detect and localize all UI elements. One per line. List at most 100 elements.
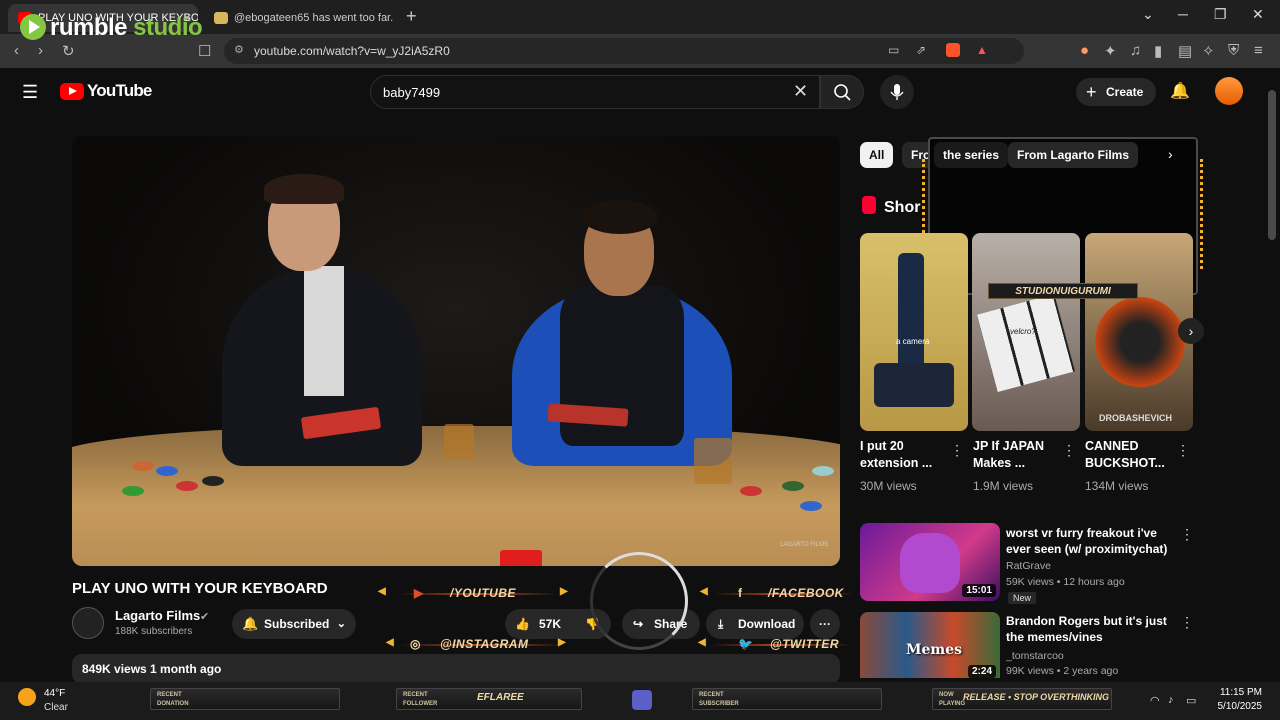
create-label: Create [1106,85,1144,99]
more-vertical-icon[interactable]: ⋮ [950,442,964,459]
short-title[interactable]: CANNED BUCKSHOT... [1085,438,1175,472]
rumble-studio-logo: rumble studio [20,14,203,42]
short-thumbnail[interactable]: DROBASHEVICH [1085,233,1193,431]
short-thumbnail[interactable]: velcro? [972,233,1080,431]
search-input[interactable]: baby7499 ✕ [370,75,820,109]
system-clock[interactable]: 11:15 PM 5/10/2025 [1212,687,1263,712]
menu-icon[interactable]: ≡ [1254,42,1263,59]
now-playing-panel: NOW PLAYING RELEASE • STOP OVERTHINKING [932,688,1112,710]
person-left-shirt [304,266,344,396]
like-count: 57K [539,617,562,631]
reload-icon[interactable]: ↻ [62,42,75,60]
windows-taskbar: 44°F Clear RECENT DONATION RECENT FOLLOW… [0,682,1280,720]
page-scrollbar[interactable] [1268,90,1276,240]
poker-chip [132,461,154,471]
channel-name[interactable]: Lagarto Films [115,608,200,623]
brave-shield-icon[interactable] [946,43,960,57]
subscribed-button[interactable]: 🔔 Subscribed ⌄ [232,609,356,639]
more-vertical-icon[interactable]: ⋮ [1062,442,1076,459]
new-tab-icon[interactable]: + [406,6,417,27]
chip-the-series[interactable]: the series [934,142,1009,168]
shorts-next-button[interactable]: › [1178,318,1204,344]
subscriber-count: 188K subscribers [115,626,193,637]
site-info-icon[interactable]: ⚙ [234,43,244,56]
new-badge: New [1008,592,1037,604]
maximize-icon[interactable]: ❐ [1214,6,1227,23]
poker-chip [740,486,762,496]
tab-favicon-icon [214,12,228,24]
arrow-left-icon: ◀ [378,586,387,597]
arrow-right-icon: ▶ [560,586,569,597]
chips-next-icon[interactable]: › [1168,146,1173,162]
video-player[interactable]: LAGARTO FILMS [72,136,840,566]
chip-from-lagarto-films[interactable]: From Lagarto Films [1008,142,1139,168]
download-button[interactable]: ⤓ Download [706,609,804,639]
facebook-social-bar: ◀ f /FACEBOOK [700,586,860,602]
video-watermark: LAGARTO FILMS [780,542,828,548]
battery-icon[interactable]: ▭ [1186,694,1196,707]
voice-search-button[interactable] [880,75,914,109]
youtube-logo[interactable]: YouTube [60,81,152,101]
notifications-bell-icon[interactable]: 🔔 [1170,81,1190,101]
studio-name-tag: STUDIONUIGURUMI [988,283,1138,299]
extension-fire-icon[interactable]: ● [1080,42,1089,59]
youtube-logo-text: YouTube [87,81,152,100]
forward-icon[interactable]: › [38,42,43,59]
create-button[interactable]: + Create [1076,78,1156,106]
video-thumbnail[interactable]: 15:01 [860,523,1000,601]
channel-avatar[interactable] [72,607,104,639]
tab-search-chevron-icon[interactable]: ⌄ [1142,6,1154,23]
close-window-icon[interactable]: ✕ [1252,6,1264,23]
short-title[interactable]: JP If JAPAN Makes ... [973,438,1063,472]
more-vertical-icon[interactable]: ⋮ [1176,442,1190,459]
video-duration: 15:01 [962,584,996,597]
video-title[interactable]: worst vr furry freakout i've ever seen (… [1006,525,1176,557]
minimize-icon[interactable]: ─ [1178,6,1188,22]
vpn-icon[interactable]: ⛨ [1228,42,1239,59]
video-description[interactable]: 849K views 1 month ago [72,654,840,684]
poker-chip [800,501,822,511]
uno-deck [500,550,542,566]
wallet-icon[interactable]: ▤ [1178,42,1192,60]
channel-name[interactable]: _tomstarcoo [1006,650,1064,662]
ai-icon[interactable]: ✧ [1202,42,1215,60]
more-vertical-icon[interactable]: ⋮ [1180,526,1194,543]
more-horizontal-icon: ··· [819,617,831,631]
teams-icon[interactable] [632,690,652,710]
short-title[interactable]: I put 20 extension ... [860,438,950,472]
search-query: baby7499 [383,85,441,100]
poker-chip [202,476,224,486]
address-bar[interactable]: ⚙ youtube.com/watch?v=w_yJ2iA5zR0 ▭ ⇗ ▲ [224,38,1024,64]
more-actions-button[interactable]: ··· [810,609,840,639]
video-thumbnail[interactable]: Memes 2:24 [860,612,1000,678]
hamburger-menu-icon[interactable]: ☰ [22,82,38,103]
volume-icon[interactable]: ♪ [1168,694,1174,706]
browser-tab[interactable]: @ebogateen65 has went too far... [204,4,394,32]
search-button[interactable] [820,75,864,109]
share-page-icon[interactable]: ⇗ [916,43,926,57]
wifi-icon[interactable]: ◠ [1150,694,1160,707]
recent-subscriber-panel: RECENT SUBSCRIBER [692,688,882,710]
account-avatar[interactable] [1215,77,1243,105]
thumbs-up-icon: 👍 [515,617,530,631]
youtube-icon: ▶ [414,586,424,600]
channel-name[interactable]: RatGrave [1006,560,1051,572]
sidebar-icon[interactable]: ▮ [1154,42,1162,60]
bookmark-icon[interactable]: ☐ [198,42,211,60]
panel-label: RECENT [157,692,182,698]
rewards-icon[interactable]: ▲ [976,43,988,57]
shorts-label: Shor [884,199,921,216]
extensions-icon[interactable]: ✦ [1104,42,1117,60]
clear-search-icon[interactable]: ✕ [793,81,808,102]
back-icon[interactable]: ‹ [14,42,19,59]
more-vertical-icon[interactable]: ⋮ [1180,614,1194,631]
cast-icon[interactable]: ▭ [888,43,899,57]
chip-all[interactable]: All [860,142,894,168]
music-icon[interactable]: ♫ [1130,42,1141,59]
like-button[interactable]: 👍 [515,609,530,639]
twitter-social-bar: ◀ 🐦 @TWITTER [698,637,858,653]
thumbnail-text: Memes [906,642,963,658]
poker-chip [176,481,198,491]
short-thumbnail[interactable]: a camera [860,233,968,431]
video-title[interactable]: Brandon Rogers but it's just the memes/v… [1006,613,1176,645]
